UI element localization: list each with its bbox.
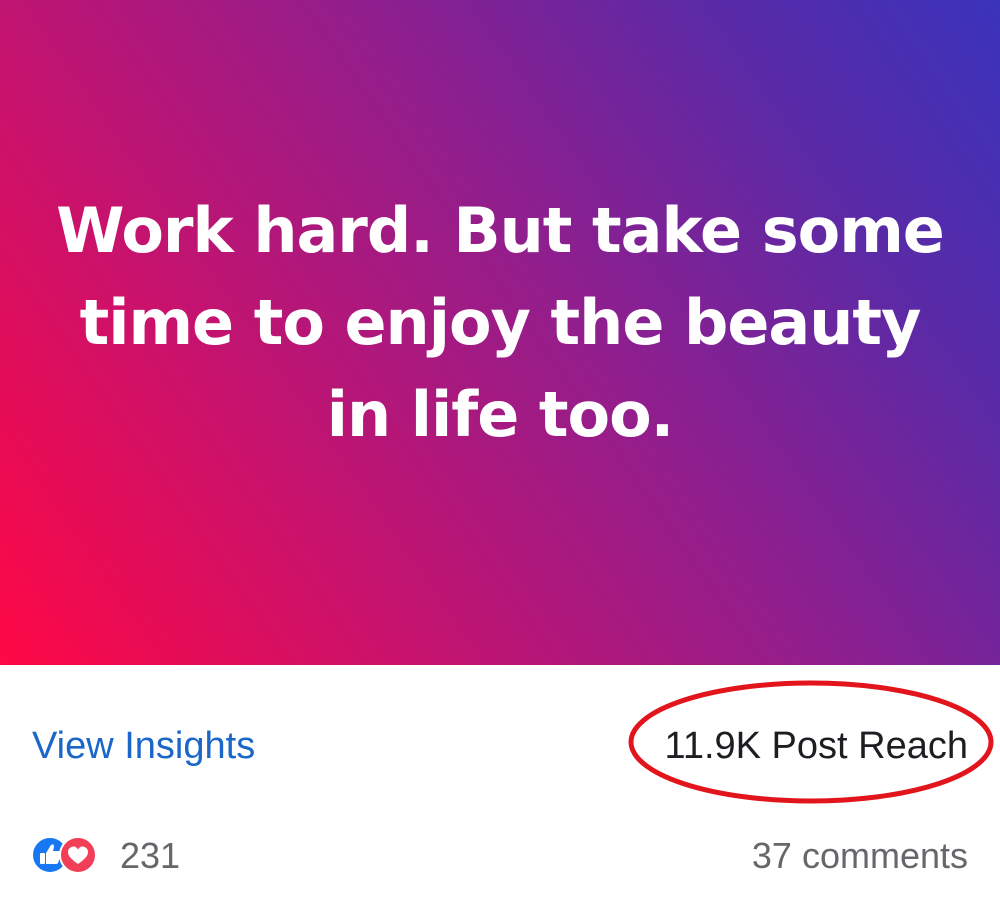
post-background-banner: Work hard. But take some time to enjoy t… xyxy=(0,0,1000,665)
reaction-count[interactable]: 231 xyxy=(120,835,180,877)
reaction-icons[interactable] xyxy=(30,835,110,875)
post-card: Work hard. But take some time to enjoy t… xyxy=(0,0,1000,897)
post-reach-label: 11.9K Post Reach xyxy=(664,725,968,767)
love-icon xyxy=(59,836,97,874)
view-insights-link[interactable]: View Insights xyxy=(32,725,255,768)
comments-count[interactable]: 37 comments xyxy=(752,835,968,877)
insights-row: View Insights 11.9K Post Reach xyxy=(0,665,1000,815)
post-message: Work hard. But take some time to enjoy t… xyxy=(56,193,945,451)
reactions-row: 231 37 comments xyxy=(0,815,1000,897)
